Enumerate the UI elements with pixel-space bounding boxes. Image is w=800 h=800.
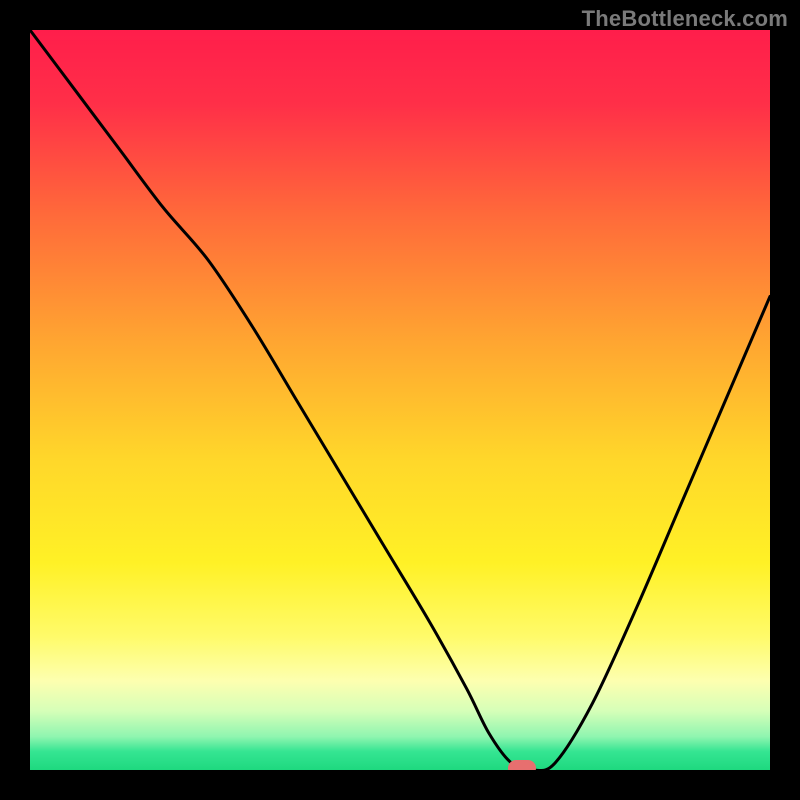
bottleneck-curve: [30, 30, 770, 770]
optimal-marker: [508, 760, 536, 770]
watermark-text: TheBottleneck.com: [582, 6, 788, 32]
bottleneck-chart: TheBottleneck.com: [0, 0, 800, 800]
curve-layer: [30, 30, 770, 770]
plot-area: [30, 30, 770, 770]
